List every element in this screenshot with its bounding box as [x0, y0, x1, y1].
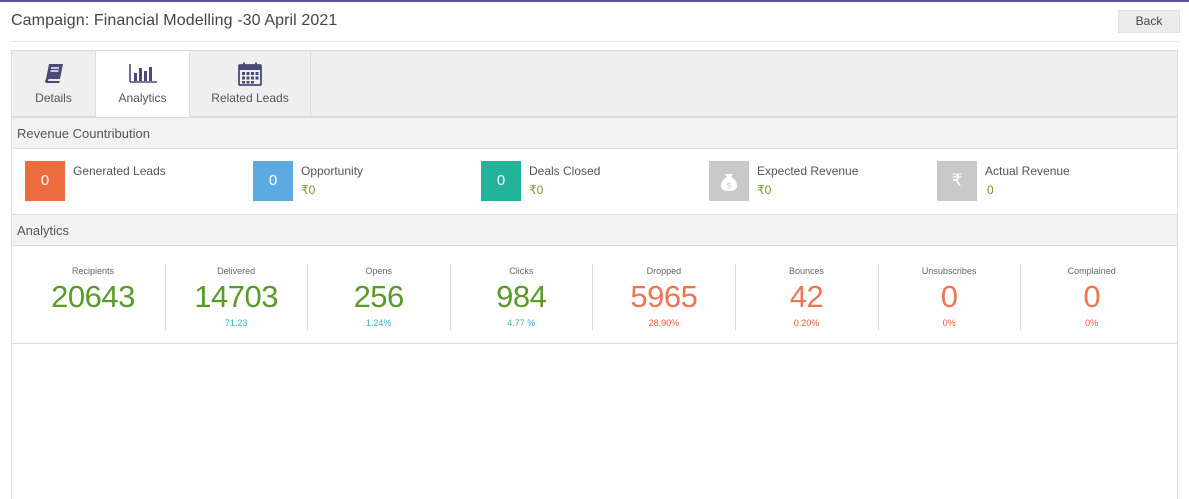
stat-complained-value: 0: [1083, 279, 1101, 314]
stat-delivered-percent: 71.23: [224, 318, 248, 328]
stat-bounces-percent: 0.20%: [793, 318, 820, 328]
actual-revenue-label: Actual Revenue: [985, 164, 1070, 178]
stat-delivered-label: Delivered: [217, 266, 256, 276]
stat-bounces-value: 42: [789, 279, 824, 314]
revenue-item-generated-leads: 0 Generated Leads: [25, 161, 245, 201]
stat-unsubscribes: Unsubscribes 0 0%: [877, 264, 1020, 330]
opportunity-count: 0: [253, 161, 293, 201]
tab-bar: Details Analytics Related Leads: [12, 51, 1177, 117]
opportunity-value: ₹0: [301, 183, 316, 197]
svg-text:$: $: [726, 181, 731, 190]
stat-delivered: Delivered 14703 71.23: [164, 264, 307, 330]
generated-leads-label: Generated Leads: [73, 164, 166, 178]
revenue-item-opportunity: 0 Opportunity ₹0: [253, 161, 473, 201]
stat-unsubscribes-label: Unsubscribes: [921, 266, 977, 276]
tab-analytics[interactable]: Analytics: [96, 51, 190, 117]
stat-delivered-value: 14703: [194, 279, 278, 314]
stat-dropped-label: Dropped: [646, 266, 682, 276]
stat-opens-value: 256: [353, 279, 405, 314]
stat-clicks-value: 984: [496, 279, 547, 314]
stat-dropped-value: 5965: [630, 279, 698, 314]
back-button[interactable]: Back: [1118, 10, 1180, 33]
stat-recipients-label: Recipients: [71, 266, 115, 276]
revenue-item-deals-closed: 0 Deals Closed ₹0: [481, 161, 701, 201]
page-title: Campaign: Financial Modelling -30 April …: [11, 12, 338, 29]
revenue-item-expected-revenue: $ Expected Revenue ₹0: [709, 161, 929, 201]
campaign-panel: Details Analytics Related Leads Revenue …: [11, 50, 1178, 499]
rupee-icon: ₹: [937, 161, 977, 201]
stat-dropped: Dropped 5965 28.90%: [592, 264, 734, 330]
stat-clicks-percent: 4.77 %: [507, 318, 536, 328]
stat-complained-percent: 0%: [1085, 318, 1099, 328]
revenue-section-title: Revenue Countribution: [12, 117, 1177, 149]
bar-chart-icon: [96, 62, 189, 86]
stat-clicks: Clicks 984 4.77 %: [449, 264, 592, 330]
deals-closed-count: 0: [481, 161, 521, 201]
deals-closed-value: ₹0: [529, 183, 544, 197]
revenue-row: 0 Generated Leads 0 Opportunity ₹0 0 Dea…: [12, 148, 1177, 214]
stat-opens-percent: 1.24%: [365, 318, 392, 328]
page-header: Campaign: Financial Modelling -30 April …: [10, 2, 1180, 42]
tab-details-label: Details: [35, 91, 72, 105]
deals-closed-label: Deals Closed: [529, 164, 601, 178]
analytics-stats-row: Recipients 20643 Delivered 14703 71.23 Opens 2…: [12, 251, 1177, 344]
tab-related-leads[interactable]: Related Leads: [190, 51, 311, 117]
calendar-icon: [190, 62, 310, 86]
money-bag-icon: $: [709, 161, 749, 201]
analytics-section-title: Analytics: [12, 214, 1177, 246]
stat-clicks-label: Clicks: [509, 266, 534, 276]
expected-revenue-label: Expected Revenue: [757, 164, 859, 178]
stat-opens-label: Opens: [365, 266, 392, 276]
stat-opens: Opens 256 1.24%: [307, 264, 449, 330]
stat-complained: Complained 0 0%: [1020, 264, 1162, 330]
stat-recipients: Recipients 20643: [22, 264, 164, 330]
book-icon: [12, 62, 95, 86]
revenue-item-actual-revenue: ₹ Actual Revenue 0: [937, 161, 1157, 201]
stat-dropped-percent: 28.90%: [648, 318, 680, 328]
actual-revenue-value: 0: [987, 183, 994, 197]
stat-unsubscribes-percent: 0%: [942, 318, 956, 328]
stat-complained-label: Complained: [1067, 266, 1116, 276]
stat-bounces: Bounces 42 0.20%: [735, 264, 877, 330]
stat-unsubscribes-value: 0: [940, 279, 958, 314]
opportunity-label: Opportunity: [301, 164, 364, 178]
tab-analytics-label: Analytics: [118, 91, 167, 105]
tab-details[interactable]: Details: [12, 51, 96, 117]
expected-revenue-value: ₹0: [757, 183, 772, 197]
stat-bounces-label: Bounces: [788, 266, 825, 276]
tab-related-leads-label: Related Leads: [211, 91, 289, 105]
stat-recipients-value: 20643: [51, 279, 135, 314]
generated-leads-count: 0: [25, 161, 65, 201]
